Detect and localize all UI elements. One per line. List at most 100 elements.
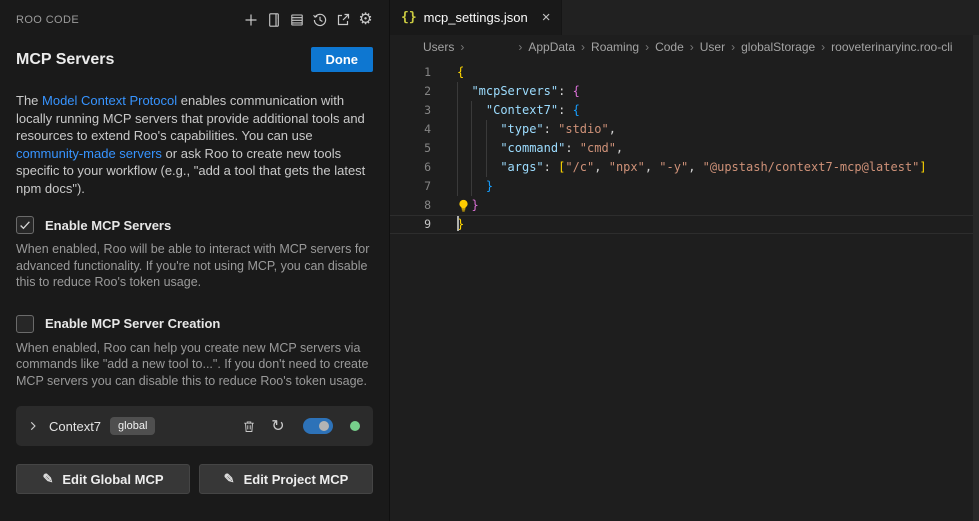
code-token: , — [688, 160, 702, 174]
breadcrumb-item[interactable]: rooveterinaryinc.roo-cli — [831, 40, 952, 54]
tab-close-icon[interactable]: × — [542, 10, 551, 25]
code-line[interactable]: 8} — [390, 196, 979, 215]
indent-guide — [457, 139, 471, 158]
enable-mcp-servers-checkbox[interactable] — [16, 216, 34, 234]
code-line[interactable]: 7} — [390, 177, 979, 196]
breadcrumb-separator-icon: › — [460, 40, 464, 54]
server-name: Context7 — [49, 419, 101, 434]
restart-server-icon[interactable]: ↻ — [268, 416, 288, 436]
line-content: "Context7": { — [457, 101, 979, 120]
indent-guide — [457, 177, 471, 196]
checkmark-icon — [18, 218, 32, 232]
code-token: , — [645, 160, 659, 174]
breadcrumb-item[interactable]: globalStorage — [741, 40, 815, 54]
breadcrumb-item[interactable]: AppData — [528, 40, 575, 54]
code-token: "Context7" — [486, 103, 558, 117]
editor-scrollbar[interactable] — [973, 35, 979, 521]
tab-bar: {} mcp_settings.json × — [390, 0, 979, 35]
indent-guide — [471, 139, 485, 158]
settings-gear-icon[interactable]: ⚙ — [354, 9, 377, 31]
enable-mcp-servers-row[interactable]: Enable MCP Servers — [16, 216, 373, 234]
indent-guide — [471, 120, 485, 139]
breadcrumb-item[interactable]: User — [700, 40, 725, 54]
code-line[interactable]: 1{ — [390, 63, 979, 82]
indent-guide — [457, 82, 471, 101]
delete-server-icon[interactable] — [239, 416, 259, 436]
code-line[interactable]: 6 "args": ["/c", "npx", "-y", "@upstash/c… — [390, 158, 979, 177]
code-token: : — [565, 141, 579, 155]
open-external-icon[interactable] — [331, 9, 354, 31]
edit-global-mcp-button[interactable]: ✎ Edit Global MCP — [16, 464, 190, 494]
code-line[interactable]: 2"mcpServers": { — [390, 82, 979, 101]
lightbulb-icon[interactable] — [457, 196, 471, 215]
enable-mcp-creation-row[interactable]: Enable MCP Server Creation — [16, 315, 373, 333]
enable-mcp-creation-checkbox[interactable] — [16, 315, 34, 333]
intro-paragraph: The Model Context Protocol enables commu… — [16, 92, 373, 197]
pencil-icon: ✎ — [224, 471, 235, 487]
line-content: } — [457, 215, 979, 234]
code-token: , — [616, 141, 623, 155]
breadcrumb-separator-icon: › — [690, 40, 694, 54]
line-number: 5 — [390, 139, 431, 158]
line-content: } — [457, 177, 979, 196]
pencil-icon: ✎ — [42, 471, 53, 487]
code-token: "/c" — [565, 160, 594, 174]
breadcrumb-item[interactable]: Code — [655, 40, 684, 54]
community-made-servers-link[interactable]: community-made servers — [16, 146, 162, 161]
done-button[interactable]: Done — [311, 47, 374, 72]
code-token: : — [558, 84, 572, 98]
line-number: 6 — [390, 158, 431, 177]
code-token: , — [609, 122, 616, 136]
code-token: "-y" — [659, 160, 688, 174]
expand-chevron-icon[interactable] — [26, 419, 40, 433]
line-number: 7 — [390, 177, 431, 196]
line-number: 9 — [390, 215, 431, 234]
add-icon[interactable] — [239, 9, 262, 31]
toggle-knob — [319, 421, 329, 431]
tab-mcp-settings-json[interactable]: {} mcp_settings.json × — [390, 0, 562, 35]
code-editor[interactable]: 1{2"mcpServers": {3"Context7": {4"type":… — [390, 59, 979, 521]
enable-mcp-creation-description: When enabled, Roo can help you create ne… — [16, 340, 373, 390]
code-token: ] — [919, 160, 926, 174]
breadcrumb: Users››AppData›Roaming›Code›User›globalS… — [390, 35, 979, 59]
history-icon[interactable] — [308, 9, 331, 31]
breadcrumb-separator-icon: › — [581, 40, 585, 54]
notebook-icon[interactable] — [262, 9, 285, 31]
model-context-protocol-link[interactable]: Model Context Protocol — [42, 93, 177, 108]
panel-header: ROO CODE ⚙ — [0, 0, 389, 33]
edit-mcp-buttons: ✎ Edit Global MCP ✎ Edit Project MCP — [16, 464, 373, 494]
code-token: "@upstash/context7-mcp@latest" — [703, 160, 920, 174]
indent-guide — [471, 101, 485, 120]
edit-global-mcp-label: Edit Global MCP — [62, 472, 163, 487]
breadcrumb-item[interactable]: Roaming — [591, 40, 639, 54]
code-token: : — [544, 160, 558, 174]
breadcrumb-separator-icon: › — [821, 40, 825, 54]
vscode-window: ROO CODE ⚙ MCP Servers Done Th — [0, 0, 979, 521]
line-content: "args": ["/c", "npx", "-y", "@upstash/co… — [457, 158, 979, 177]
code-token: { — [573, 84, 580, 98]
line-number: 2 — [390, 82, 431, 101]
panel-title: ROO CODE — [16, 14, 239, 26]
breadcrumb-separator-icon: › — [645, 40, 649, 54]
indent-guide — [486, 120, 500, 139]
code-line[interactable]: 4"type": "stdio", — [390, 120, 979, 139]
edit-project-mcp-label: Edit Project MCP — [244, 472, 349, 487]
indent-guide — [457, 120, 471, 139]
edit-project-mcp-button[interactable]: ✎ Edit Project MCP — [199, 464, 373, 494]
code-line[interactable]: 3 "Context7": { — [390, 101, 979, 120]
indent-guide — [457, 101, 471, 120]
line-content: { — [457, 63, 979, 82]
line-number: 1 — [390, 63, 431, 82]
indent-guide — [486, 139, 500, 158]
code-token: "command" — [500, 141, 565, 155]
line-number: 3 — [390, 101, 431, 120]
code-line[interactable]: 5"command": "cmd", — [390, 139, 979, 158]
server-scope-badge: global — [110, 417, 155, 435]
server-enabled-toggle[interactable] — [303, 418, 333, 434]
json-file-icon: {} — [401, 10, 417, 25]
server-icon[interactable] — [285, 9, 308, 31]
code-line[interactable]: 9} — [390, 215, 979, 234]
breadcrumb-item[interactable]: Users — [423, 40, 454, 54]
indent-guide — [471, 177, 485, 196]
indent-guide — [457, 158, 471, 177]
